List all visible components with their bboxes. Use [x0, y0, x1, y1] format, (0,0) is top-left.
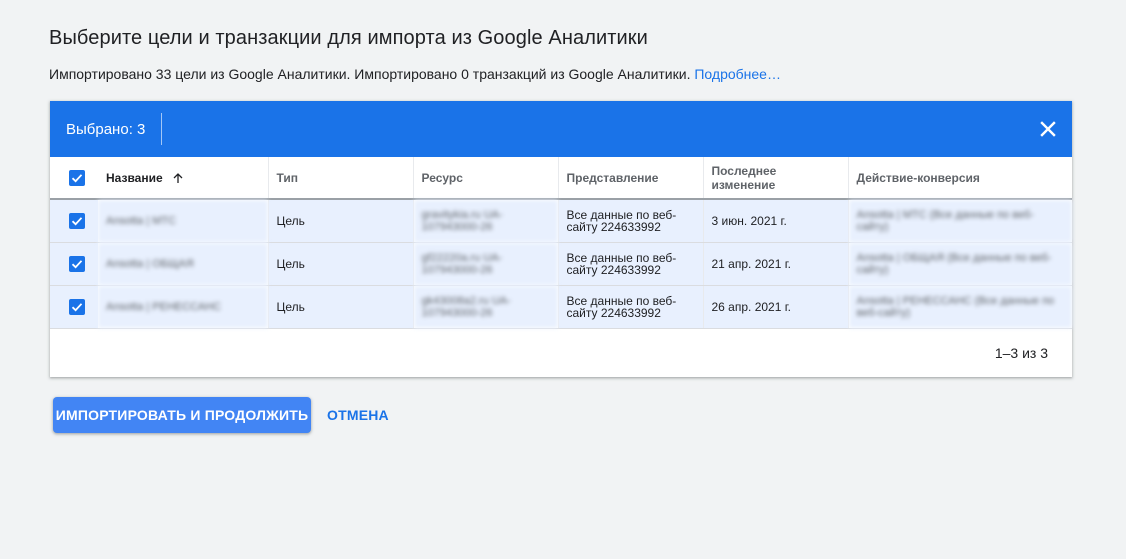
select-all-cell — [50, 157, 98, 200]
close-selection-button[interactable] — [1036, 117, 1060, 141]
goal-name: Ansotta | MTC — [98, 199, 269, 243]
check-icon — [71, 259, 83, 268]
pagination-info: 1–3 из 3 — [994, 345, 1048, 361]
goal-name: Ansotta | РЕНЕССАНС — [98, 285, 269, 329]
page-title: Выберите цели и транзакции для импорта и… — [49, 27, 648, 49]
goal-modified: 26 апр. 2021 г. — [703, 285, 849, 329]
import-and-continue-button[interactable]: ИМПОРТИРОВАТЬ И ПРОДОЛЖИТЬ — [53, 397, 311, 433]
selection-divider — [161, 113, 163, 145]
import-summary-text: Импортировано 33 цели из Google Аналитик… — [49, 66, 691, 82]
selected-count: Выбрано: 3 — [66, 120, 146, 138]
goals-table-card: Выбрано: 3 Название Тип Ресурс Представл… — [50, 101, 1072, 377]
table-row[interactable]: Ansotta | MTC Цель gravitykia.ru UA-1079… — [50, 199, 1072, 243]
table-row[interactable]: Ansotta | ОБЩАЯ Цель gf22220a.ru UA-1079… — [50, 242, 1072, 286]
goal-conversion: Ansotta | РЕНЕССАНС (Все данные по веб-с… — [848, 285, 1072, 329]
goal-conversion: Ansotta | MTC (Все данные по веб-сайту) — [848, 199, 1072, 243]
goal-type: Цель — [268, 285, 414, 329]
check-icon — [71, 216, 83, 226]
goal-view: Все данные по веб-сайту 224633992 — [558, 242, 704, 286]
goal-modified: 3 июн. 2021 г. — [703, 199, 849, 243]
row-select-cell — [50, 242, 98, 286]
select-all-checkbox[interactable] — [69, 169, 85, 186]
goal-view: Все данные по веб-сайту 224633992 — [558, 199, 704, 243]
goal-type: Цель — [268, 242, 414, 286]
column-header-type[interactable]: Тип — [268, 157, 414, 200]
close-icon — [1040, 121, 1056, 137]
row-select-cell — [50, 199, 98, 243]
goal-name: Ansotta | ОБЩАЯ — [98, 242, 269, 286]
table-header-row: Название Тип Ресурс Представление Послед… — [50, 157, 1072, 200]
column-header-view[interactable]: Представление — [558, 157, 704, 200]
goal-resource: gf22220a.ru UA-107943000-26 — [413, 242, 559, 286]
row-checkbox[interactable] — [69, 212, 85, 229]
goal-resource: gravitykia.ru UA-107943000-26 — [413, 199, 559, 243]
goal-resource: gk43008a2.ru UA-107943000-26 — [413, 285, 559, 329]
row-checkbox[interactable] — [69, 255, 85, 272]
goal-conversion: Ansotta | ОБЩАЯ (Все данные по веб-сайту… — [848, 242, 1072, 286]
import-summary: Импортировано 33 цели из Google Аналитик… — [49, 66, 781, 82]
goal-type: Цель — [268, 199, 414, 243]
cancel-button[interactable]: ОТМЕНА — [319, 397, 397, 433]
table-row[interactable]: Ansotta | РЕНЕССАНС Цель gk43008a2.ru UA… — [50, 285, 1072, 329]
arrow-up-icon — [173, 173, 183, 184]
column-header-resource[interactable]: Ресурс — [413, 157, 559, 200]
column-header-modified[interactable]: Последнее изменение — [703, 157, 849, 200]
goals-table: Название Тип Ресурс Представление Послед… — [50, 157, 1072, 329]
row-select-cell — [50, 285, 98, 329]
goal-view: Все данные по веб-сайту 224633992 — [558, 285, 704, 329]
learn-more-link[interactable]: Подробнее… — [694, 66, 781, 82]
row-checkbox[interactable] — [69, 298, 85, 315]
column-header-name[interactable]: Название — [98, 157, 269, 200]
column-header-conversion[interactable]: Действие-конверсия — [848, 157, 1072, 200]
check-icon — [71, 173, 83, 182]
goal-modified: 21 апр. 2021 г. — [703, 242, 849, 286]
column-header-name-label: Название — [106, 170, 163, 185]
check-icon — [71, 302, 83, 311]
selection-bar: Выбрано: 3 — [50, 101, 1072, 157]
